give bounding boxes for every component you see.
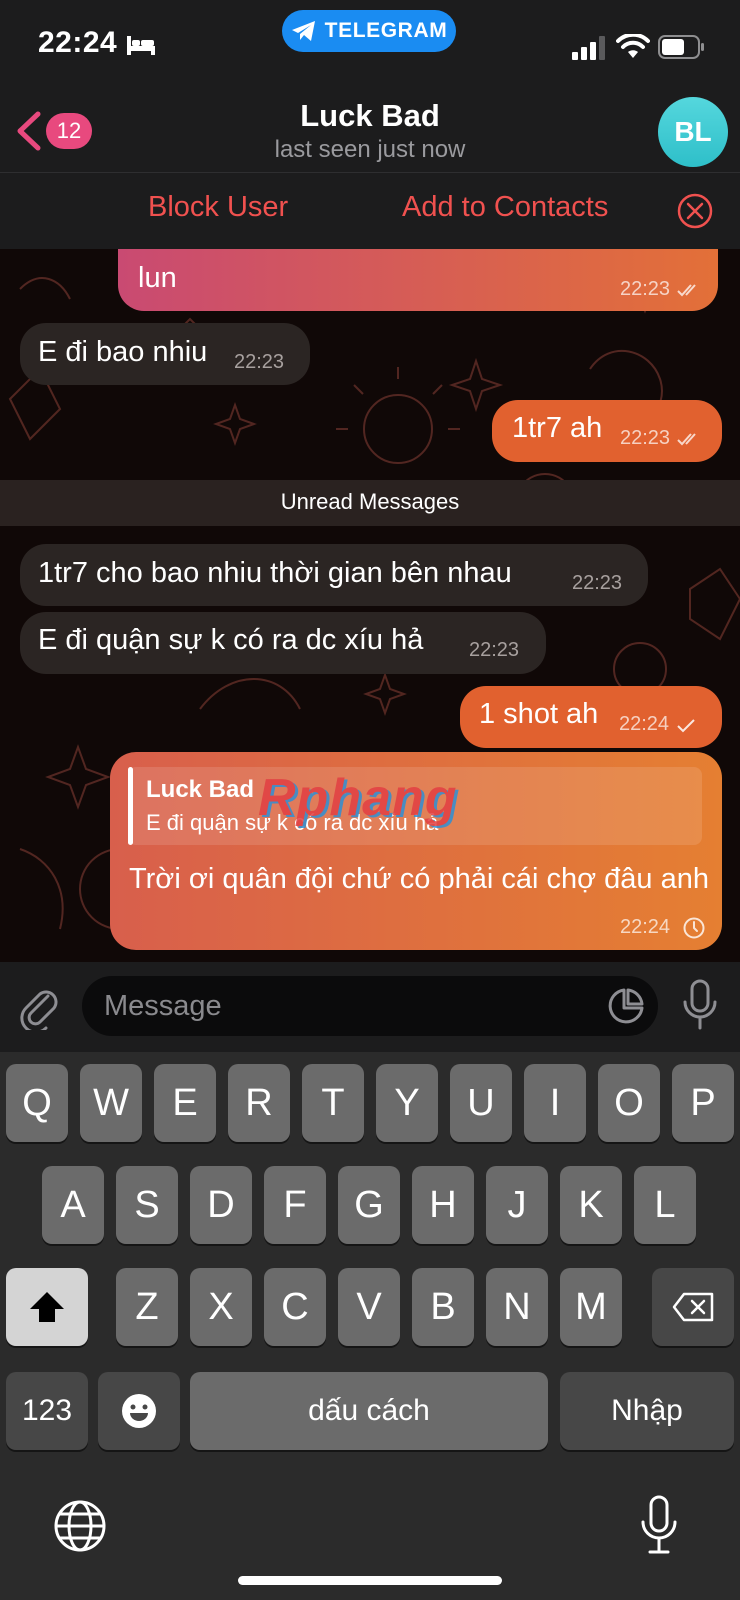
double-check-icon: [676, 284, 696, 297]
key-v[interactable]: V: [338, 1268, 400, 1346]
block-user-button[interactable]: Block User: [148, 191, 288, 224]
message-time: 22:24: [619, 713, 697, 736]
chat-title[interactable]: Luck Bad: [0, 98, 740, 134]
message-input[interactable]: [82, 976, 658, 1036]
key-p[interactable]: P: [672, 1064, 734, 1142]
message-time-label: 22:24: [619, 713, 670, 735]
unread-messages-label: Unread Messages: [280, 489, 460, 514]
key-t[interactable]: T: [302, 1064, 364, 1142]
single-check-icon: [676, 719, 695, 733]
wifi-icon: [616, 34, 650, 58]
message-text: 1tr7 ah: [512, 412, 603, 444]
key-c[interactable]: C: [264, 1268, 326, 1346]
message-text: Trời ơi quân đội chứ có phải cái chợ đâu…: [129, 863, 709, 895]
message-time: 22:23: [469, 639, 520, 661]
return-key[interactable]: Nhập: [560, 1372, 734, 1450]
key-y[interactable]: Y: [376, 1064, 438, 1142]
key-j[interactable]: J: [486, 1166, 548, 1244]
key-s[interactable]: S: [116, 1166, 178, 1244]
emoji-icon: [122, 1394, 156, 1428]
last-seen-status: last seen just now: [274, 136, 466, 163]
shift-arrow-icon: [30, 1292, 64, 1322]
battery-icon: [658, 35, 704, 59]
shift-key[interactable]: [6, 1268, 88, 1346]
message-time-label: 22:23: [620, 427, 671, 449]
key-u[interactable]: U: [450, 1064, 512, 1142]
emoji-key[interactable]: [98, 1372, 180, 1450]
reply-accent-bar: [128, 767, 133, 845]
key-b[interactable]: B: [412, 1268, 474, 1346]
key-m[interactable]: M: [560, 1268, 622, 1346]
contact-action-bar: [0, 172, 740, 250]
message-time: 22:24: [620, 916, 671, 938]
numbers-key[interactable]: 123: [6, 1372, 88, 1450]
sleep-focus-icon: [127, 36, 155, 55]
key-a[interactable]: A: [42, 1166, 104, 1244]
key-k[interactable]: K: [560, 1166, 622, 1244]
key-g[interactable]: G: [338, 1166, 400, 1244]
dictation-mic-icon[interactable]: [638, 1494, 680, 1556]
reply-sender-name: Luck Bad: [146, 776, 255, 803]
telegram-pill[interactable]: TELEGRAM: [282, 10, 456, 52]
key-r[interactable]: R: [228, 1064, 290, 1142]
home-indicator: [238, 1576, 502, 1585]
watermark-logo: Rphang: [258, 769, 458, 827]
key-i[interactable]: I: [524, 1064, 586, 1142]
contact-avatar[interactable]: BL: [658, 97, 728, 167]
key-x[interactable]: X: [190, 1268, 252, 1346]
key-q[interactable]: Q: [6, 1064, 68, 1142]
cellular-signal-icon: [572, 36, 605, 60]
add-to-contacts-button[interactable]: Add to Contacts: [402, 191, 608, 224]
globe-icon[interactable]: [52, 1498, 108, 1554]
key-o[interactable]: O: [598, 1064, 660, 1142]
space-key[interactable]: dấu cách: [190, 1372, 548, 1450]
backspace-key[interactable]: [652, 1268, 734, 1346]
message-time: 22:23: [620, 427, 704, 450]
message-time: 22:23: [572, 572, 623, 594]
status-time: 22:24: [38, 26, 118, 59]
telegram-plane-icon: [291, 21, 315, 41]
message-text: 1tr7 cho bao nhiu thời gian bên nhau: [38, 557, 512, 589]
key-l[interactable]: L: [634, 1166, 696, 1244]
message-text: E đi quận sự k có ra dc xíu hả: [38, 624, 424, 656]
key-h[interactable]: H: [412, 1166, 474, 1244]
key-n[interactable]: N: [486, 1268, 548, 1346]
key-f[interactable]: F: [264, 1166, 326, 1244]
pending-clock-icon: [683, 917, 705, 939]
key-d[interactable]: D: [190, 1166, 252, 1244]
paperclip-icon[interactable]: [18, 982, 62, 1030]
sticker-icon[interactable]: [606, 986, 646, 1026]
key-z[interactable]: Z: [116, 1268, 178, 1346]
message-text: E đi bao nhiu: [38, 336, 208, 368]
message-time-label: 22:23: [620, 278, 671, 300]
message-text: 1 shot ah: [479, 698, 599, 730]
telegram-pill-label: TELEGRAM: [324, 19, 448, 42]
key-e[interactable]: E: [154, 1064, 216, 1142]
close-circle-icon[interactable]: [676, 192, 714, 230]
backspace-icon: [672, 1292, 714, 1322]
double-check-icon: [676, 433, 696, 446]
key-w[interactable]: W: [80, 1064, 142, 1142]
message-text: lun: [138, 262, 177, 294]
microphone-icon[interactable]: [680, 978, 720, 1032]
message-time: 22:23: [620, 278, 704, 301]
message-time: 22:23: [234, 351, 285, 373]
